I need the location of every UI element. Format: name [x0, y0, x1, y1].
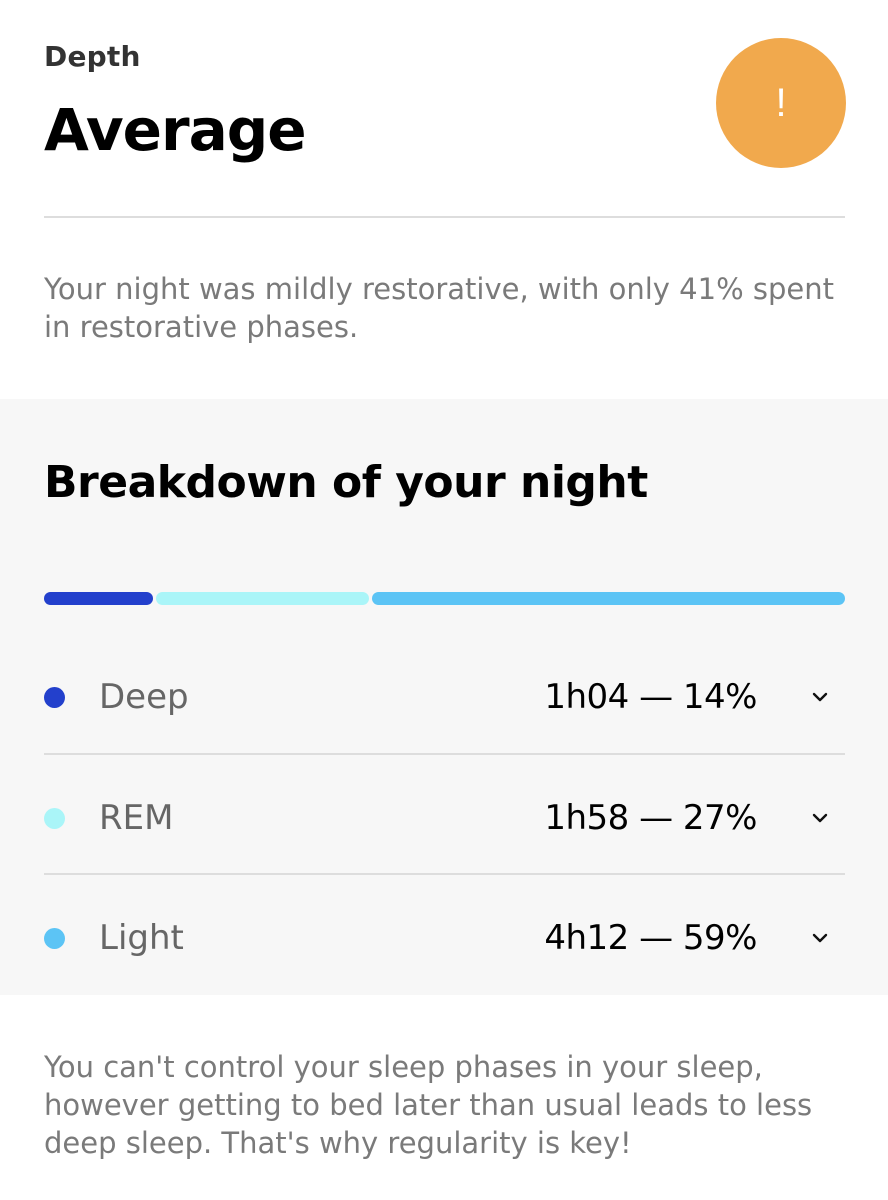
breakdown-title: Breakdown of your night [44, 457, 648, 508]
phase-label: REM [99, 798, 174, 838]
phase-row-rem[interactable]: REM 1h58 — 27% [44, 758, 845, 878]
header: Depth Average ! [0, 0, 888, 218]
phase-label: Deep [99, 677, 189, 717]
phase-distribution-bar [44, 592, 845, 605]
chevron-down-icon[interactable] [811, 809, 829, 827]
phase-bar-light [372, 592, 845, 605]
phase-bar-deep [44, 592, 154, 605]
divider [44, 216, 845, 218]
summary-text: Your night was mildly restorative, with … [44, 272, 834, 344]
row-divider [44, 873, 845, 875]
page-title: Average [44, 96, 307, 164]
warning-badge[interactable]: ! [716, 38, 846, 168]
phase-dot-deep [44, 686, 65, 708]
phase-dot-light [44, 927, 65, 949]
phase-bar-rem [156, 592, 370, 605]
footer-tip: You can't control your sleep phases in y… [44, 1050, 813, 1160]
phase-row-light[interactable]: Light 4h12 — 59% [44, 878, 845, 998]
phase-dot-rem [44, 807, 65, 829]
phase-value: 1h58 — 27% [544, 798, 757, 838]
exclamation-icon: ! [775, 80, 787, 125]
chevron-down-icon[interactable] [811, 688, 829, 706]
phase-value: 4h12 — 59% [544, 918, 757, 958]
category-label: Depth [44, 40, 141, 73]
phase-value: 1h04 — 14% [544, 677, 757, 717]
phase-row-deep[interactable]: Deep 1h04 — 14% [44, 637, 845, 757]
row-divider [44, 753, 845, 755]
chevron-down-icon[interactable] [811, 929, 829, 947]
phase-label: Light [99, 918, 184, 958]
